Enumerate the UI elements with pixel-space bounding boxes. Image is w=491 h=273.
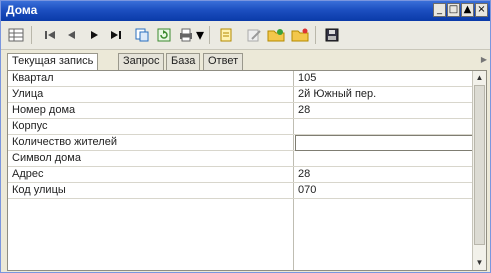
- table-row[interactable]: Количество жителей: [8, 135, 475, 151]
- grid-icon[interactable]: [7, 26, 25, 44]
- refresh-icon[interactable]: [155, 26, 173, 44]
- row-value[interactable]: 105: [298, 72, 316, 84]
- row-label: Код улицы: [12, 184, 66, 196]
- tabs-scroll-right-icon[interactable]: ▶: [481, 55, 487, 64]
- main-window: Дома _ □ ▲ × ▾ Текущая запись Запрос Баз…: [0, 0, 491, 273]
- row-label: Символ дома: [12, 152, 81, 164]
- tab-strip: Текущая запись Запрос База Ответ: [7, 53, 487, 71]
- close-button[interactable]: ×: [475, 3, 488, 17]
- scroll-down-icon[interactable]: ▼: [474, 257, 485, 269]
- row-label: Улица: [12, 88, 44, 100]
- table-row[interactable]: Корпус: [8, 119, 474, 135]
- folder-open-icon[interactable]: [291, 26, 309, 44]
- table-row[interactable]: Символ дома: [8, 151, 474, 167]
- print-icon[interactable]: [177, 26, 195, 44]
- new-record-icon[interactable]: [217, 26, 235, 44]
- toolbar-separator: [209, 26, 210, 44]
- toolbar: ▾: [1, 21, 490, 50]
- last-record-icon[interactable]: [107, 26, 125, 44]
- row-label: Количество жителей: [12, 136, 117, 148]
- maximize-button[interactable]: □: [447, 3, 460, 17]
- previous-record-icon[interactable]: [63, 26, 81, 44]
- row-value[interactable]: 28: [298, 168, 310, 180]
- first-record-icon[interactable]: [41, 26, 59, 44]
- next-record-icon[interactable]: [85, 26, 103, 44]
- minimize-button[interactable]: _: [433, 3, 446, 17]
- table-row[interactable]: Адрес 28: [8, 167, 474, 183]
- tab-base[interactable]: База: [166, 53, 201, 70]
- title-bar[interactable]: Дома _ □ ▲ ×: [1, 1, 490, 21]
- title-scroll-up-button[interactable]: ▲: [461, 3, 474, 17]
- toolbar-separator: [31, 26, 32, 44]
- row-value[interactable]: 28: [298, 104, 310, 116]
- save-icon[interactable]: [323, 26, 341, 44]
- folder-add-icon[interactable]: [267, 26, 285, 44]
- window-title: Дома: [6, 3, 38, 17]
- population-input[interactable]: [295, 135, 475, 151]
- row-label: Номер дома: [12, 104, 76, 116]
- row-label: Корпус: [12, 120, 48, 132]
- row-label: Адрес: [12, 168, 44, 180]
- tab-answer[interactable]: Ответ: [203, 53, 244, 70]
- copy-icon[interactable]: [133, 26, 151, 44]
- table-row[interactable]: Код улицы 070: [8, 183, 474, 199]
- row-value[interactable]: 070: [298, 184, 316, 196]
- table-row[interactable]: Номер дома 28: [8, 103, 474, 119]
- table-row[interactable]: Улица 2й Южный пер.: [8, 87, 474, 103]
- row-label: Квартал: [12, 72, 54, 84]
- tab-query[interactable]: Запрос: [118, 53, 165, 70]
- scroll-thumb[interactable]: [474, 85, 485, 245]
- table-row[interactable]: Квартал 105: [8, 71, 474, 87]
- window-controls: _ □ ▲ ×: [433, 3, 488, 17]
- toolbar-separator: [315, 26, 316, 44]
- vertical-scrollbar[interactable]: ▲ ▼: [472, 71, 486, 270]
- scroll-up-icon[interactable]: ▲: [474, 72, 485, 84]
- row-value[interactable]: 2й Южный пер.: [298, 88, 376, 100]
- record-grid: Квартал 105 Улица 2й Южный пер. Номер до…: [7, 70, 487, 271]
- dropdown-icon[interactable]: ▾: [195, 26, 205, 44]
- tab-current-record[interactable]: Текущая запись: [7, 53, 99, 71]
- edit-icon[interactable]: [245, 26, 263, 44]
